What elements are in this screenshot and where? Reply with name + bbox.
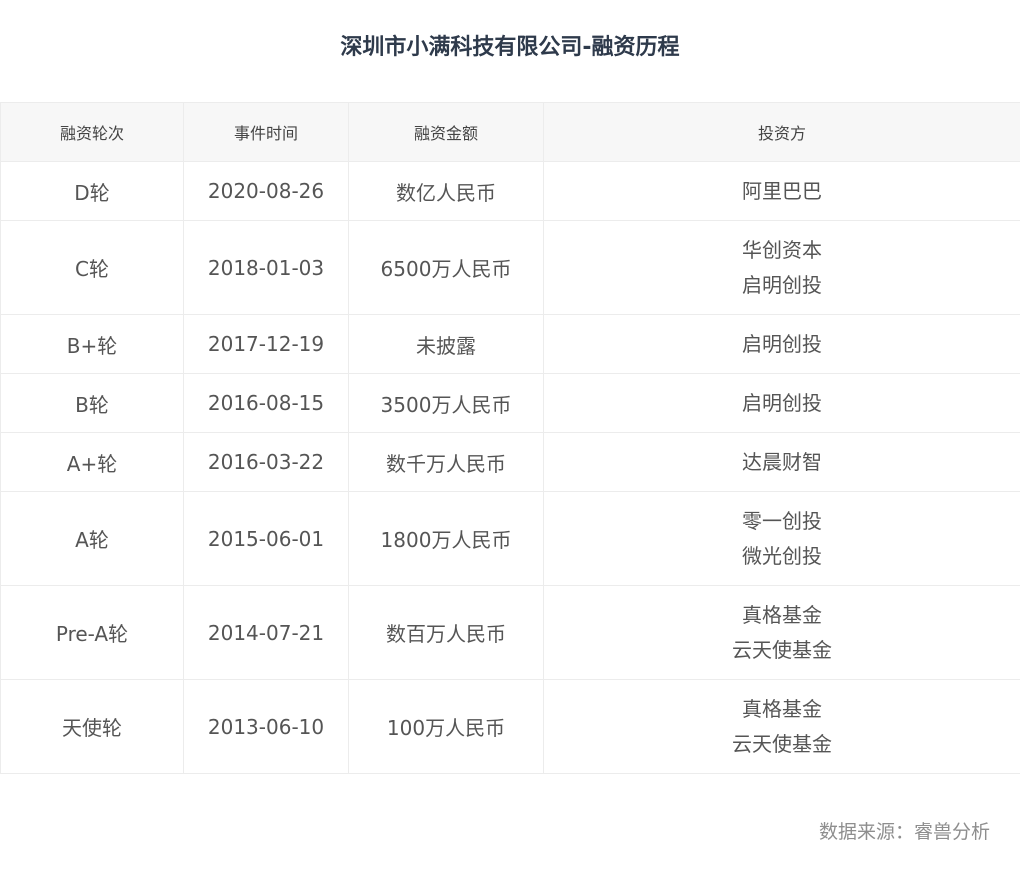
page-title: 深圳市小满科技有限公司-融资历程 xyxy=(340,35,680,60)
investor-link[interactable]: 真格基金 xyxy=(544,598,1020,633)
table-row: B+轮 2017-12-19 未披露 启明创投 xyxy=(0,314,1020,374)
round-cell: Pre-A轮 xyxy=(0,585,184,680)
amount-cell: 100万人民币 xyxy=(348,679,544,774)
investors-cell: 真格基金 云天使基金 xyxy=(543,585,1020,680)
table-row: A+轮 2016-03-22 数千万人民币 达晨财智 xyxy=(0,432,1020,492)
round-cell: D轮 xyxy=(0,161,184,221)
investors-cell: 零一创投 微光创投 xyxy=(543,491,1020,586)
investor-link[interactable]: 达晨财智 xyxy=(544,445,1020,480)
amount-cell: 1800万人民币 xyxy=(348,491,544,586)
data-source-note: 数据来源：睿兽分析 xyxy=(818,821,990,843)
date-cell: 2017-12-19 xyxy=(183,314,349,374)
date-cell: 2013-06-10 xyxy=(183,679,349,774)
round-cell: 天使轮 xyxy=(0,679,184,774)
round-cell: A+轮 xyxy=(0,432,184,492)
table-row: Pre-A轮 2014-07-21 数百万人民币 真格基金 云天使基金 xyxy=(0,585,1020,680)
header-round: 融资轮次 xyxy=(0,102,184,162)
round-cell: B+轮 xyxy=(0,314,184,374)
investors-cell: 达晨财智 xyxy=(543,432,1020,492)
amount-cell: 未披露 xyxy=(348,314,544,374)
round-cell: A轮 xyxy=(0,491,184,586)
amount-cell: 3500万人民币 xyxy=(348,373,544,433)
investor-link[interactable]: 零一创投 xyxy=(544,504,1020,539)
investors-cell: 华创资本 启明创投 xyxy=(543,220,1020,315)
investor-link[interactable]: 启明创投 xyxy=(544,327,1020,362)
investor-link[interactable]: 云天使基金 xyxy=(544,727,1020,762)
amount-cell: 数百万人民币 xyxy=(348,585,544,680)
investor-link[interactable]: 启明创投 xyxy=(544,386,1020,421)
date-cell: 2014-07-21 xyxy=(183,585,349,680)
date-cell: 2020-08-26 xyxy=(183,161,349,221)
investor-link[interactable]: 阿里巴巴 xyxy=(544,174,1020,209)
round-cell: B轮 xyxy=(0,373,184,433)
investors-cell: 阿里巴巴 xyxy=(543,161,1020,221)
table-header-row: 融资轮次 事件时间 融资金额 投资方 xyxy=(0,102,1020,162)
header-amount: 融资金额 xyxy=(348,102,544,162)
header-investors: 投资方 xyxy=(543,102,1020,162)
amount-cell: 数亿人民币 xyxy=(348,161,544,221)
date-cell: 2016-03-22 xyxy=(183,432,349,492)
date-cell: 2018-01-03 xyxy=(183,220,349,315)
financing-table: 融资轮次 事件时间 融资金额 投资方 D轮 2020-08-26 数亿人民币 阿… xyxy=(0,102,1020,774)
header-date: 事件时间 xyxy=(183,102,349,162)
investor-link[interactable]: 微光创投 xyxy=(544,539,1020,574)
investors-cell: 启明创投 xyxy=(543,314,1020,374)
round-cell: C轮 xyxy=(0,220,184,315)
table-row: D轮 2020-08-26 数亿人民币 阿里巴巴 xyxy=(0,161,1020,221)
table-row: A轮 2015-06-01 1800万人民币 零一创投 微光创投 xyxy=(0,491,1020,586)
investors-cell: 真格基金 云天使基金 xyxy=(543,679,1020,774)
investor-link[interactable]: 真格基金 xyxy=(544,692,1020,727)
table-row: C轮 2018-01-03 6500万人民币 华创资本 启明创投 xyxy=(0,220,1020,315)
amount-cell: 6500万人民币 xyxy=(348,220,544,315)
investors-cell: 启明创投 xyxy=(543,373,1020,433)
amount-cell: 数千万人民币 xyxy=(348,432,544,492)
table-row: B轮 2016-08-15 3500万人民币 启明创投 xyxy=(0,373,1020,433)
investor-link[interactable]: 启明创投 xyxy=(544,268,1020,303)
date-cell: 2016-08-15 xyxy=(183,373,349,433)
table-row: 天使轮 2013-06-10 100万人民币 真格基金 云天使基金 xyxy=(0,679,1020,774)
investor-link[interactable]: 华创资本 xyxy=(544,233,1020,268)
investor-link[interactable]: 云天使基金 xyxy=(544,633,1020,668)
date-cell: 2015-06-01 xyxy=(183,491,349,586)
